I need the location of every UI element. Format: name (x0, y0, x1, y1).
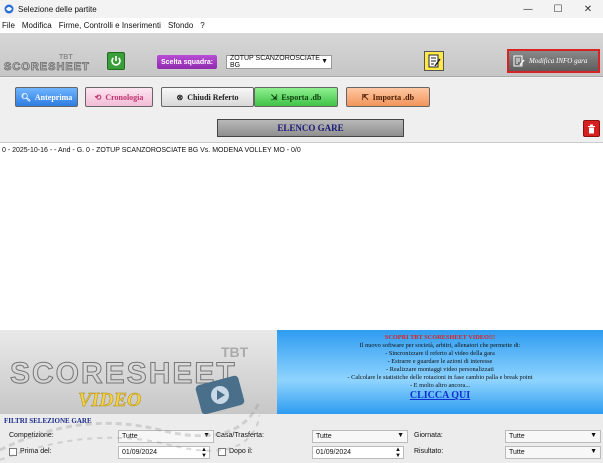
promo-line: - Sincronizzare il referto al video dell… (385, 350, 495, 357)
games-list-header: ELENCO GARE (217, 119, 404, 137)
chevron-down-icon: ▼ (397, 432, 404, 439)
casa-trasferta-select[interactable]: Tutte ▼ (312, 430, 408, 443)
dopo-checkbox[interactable] (218, 448, 226, 456)
chevron-down-icon: ▼ (203, 432, 210, 439)
export-db-button[interactable]: ⇲ Esporta .db (254, 87, 338, 107)
menu-help[interactable]: ? (200, 21, 204, 30)
scoresheet-logo: TBT SCORESHEET (4, 54, 90, 72)
menu-modifica[interactable]: Modifica (22, 21, 52, 30)
title-bar: Selezione delle partite — ☐ ✕ (0, 0, 603, 18)
trash-icon (588, 124, 595, 133)
history-button[interactable]: ⟲ Cronologia (85, 87, 153, 107)
stop-icon: ⊗ (176, 92, 184, 102)
filters-panel: FILTRI SELEZIONE GARE Competizione: Tutt… (0, 414, 603, 463)
prima-label: Prima del: (20, 448, 52, 455)
risultato-label: Risultato: (414, 448, 444, 455)
risultato-select[interactable]: Tutte ▼ (505, 446, 601, 459)
minimize-button[interactable]: — (513, 0, 543, 18)
import-icon: ⇱ (361, 92, 369, 102)
app-icon (4, 4, 14, 14)
menu-firme[interactable]: Firme, Controlli e Inserimenti (59, 21, 161, 30)
promo-link[interactable]: CLICCA QUI (277, 390, 603, 402)
action-toolbar: 🔍︎ Anteprima ⟲ Cronologia ⊗ Chiudi Refer… (0, 78, 603, 142)
competizione-select[interactable]: Tutte ▼ (118, 430, 214, 443)
window-title: Selezione delle partite (18, 4, 97, 14)
history-icon: ⟲ (94, 92, 102, 102)
promo-title: SCOPRI TBT SCORESHEET VIDEO!!! (384, 334, 496, 341)
team-select-value: ZOTUP SCANZOROSCIATE BG (230, 55, 320, 69)
import-db-button[interactable]: ⇱ Importa .db (346, 87, 430, 107)
promo-line: - Realizzare montaggi video personalizza… (386, 366, 494, 373)
menu-bar: File Modifica Firme, Controlli e Inserim… (0, 18, 603, 33)
chevron-down-icon: ▼ (590, 448, 597, 455)
prima-checkbox[interactable] (9, 448, 17, 456)
filter-row-1: Competizione: Tutte ▼ Casa/Trasferta: Tu… (0, 430, 603, 444)
top-toolbar: TBT SCORESHEET Scelta squadra: ZOTUP SCA… (0, 33, 603, 77)
dopo-date-input[interactable]: 01/09/2024 ▲ ▼ (312, 446, 404, 459)
delete-button[interactable] (583, 120, 600, 137)
document-edit-icon (513, 55, 525, 67)
notes-button[interactable] (424, 51, 444, 71)
list-item[interactable]: 0 - 2025-10-16 - - And - G. 0 - ZOTUP SC… (0, 143, 603, 158)
giornata-select[interactable]: Tutte ▼ (505, 430, 601, 443)
spinner-icon[interactable]: ▲ ▼ (395, 447, 401, 459)
edit-info-label: Modifica INFO gara (529, 57, 588, 65)
logo-badge: TBT (59, 54, 73, 61)
spinner-icon[interactable]: ▲ ▼ (201, 447, 207, 459)
dopo-label: Dopo il: (229, 448, 253, 455)
export-icon: ⇲ (270, 92, 278, 102)
refresh-button[interactable] (107, 52, 125, 70)
edit-info-button[interactable]: Modifica INFO gara (507, 49, 600, 73)
promo-text-panel: SCOPRI TBT SCORESHEET VIDEO!!! Il nuovo … (277, 330, 603, 414)
filters-title: FILTRI SELEZIONE GARE (4, 417, 92, 425)
window-controls: — ☐ ✕ (513, 0, 603, 18)
promo-line: Il nuovo software per società, arbitri, … (359, 342, 521, 349)
menu-sfondo[interactable]: Sfondo (168, 21, 193, 30)
promo-line: - E molto altro ancora... (410, 382, 470, 389)
prima-date-input[interactable]: 01/09/2024 ▲ ▼ (118, 446, 210, 459)
chevron-down-icon: ▼ (590, 432, 597, 439)
promo-banner[interactable]: TBT SCORESHEET VIDEO SCOPRI TBT SCORESHE… (0, 330, 603, 414)
promo-logo-panel: TBT SCORESHEET VIDEO (0, 330, 277, 414)
logo-text: SCORESHEET (4, 61, 90, 72)
competizione-label: Competizione: (9, 432, 54, 439)
casa-trasferta-label: Casa/Trasferta: (216, 432, 264, 439)
filter-row-2: Prima del: 01/09/2024 ▲ ▼ Dopo il: 01/09/… (0, 446, 603, 460)
close-button[interactable]: ✕ (573, 0, 603, 18)
promo-line: - Calcolare le statistiche delle rotazio… (347, 374, 533, 381)
chevron-down-icon: ▼ (321, 58, 328, 65)
promo-line: - Estrarre e guardare le azioni di inter… (387, 358, 493, 365)
team-label: Scelta squadra: (157, 55, 218, 69)
team-select[interactable]: ZOTUP SCANZOROSCIATE BG ▼ (226, 55, 332, 69)
menu-file[interactable]: File (2, 21, 15, 30)
giornata-label: Giornata: (414, 432, 443, 439)
promo-video-text: VIDEO (78, 389, 141, 411)
close-report-button[interactable]: ⊗ Chiudi Referto (161, 87, 254, 107)
edit-notes-icon (428, 54, 441, 68)
power-icon (111, 56, 121, 66)
games-list[interactable]: 0 - 2025-10-16 - - And - G. 0 - ZOTUP SC… (0, 142, 603, 330)
scoresheet-video-logo: TBT SCORESHEET VIDEO (10, 344, 249, 414)
maximize-button[interactable]: ☐ (543, 0, 573, 18)
preview-button[interactable]: 🔍︎ Anteprima (15, 87, 78, 107)
magnifier-icon: 🔍︎ (20, 92, 31, 102)
